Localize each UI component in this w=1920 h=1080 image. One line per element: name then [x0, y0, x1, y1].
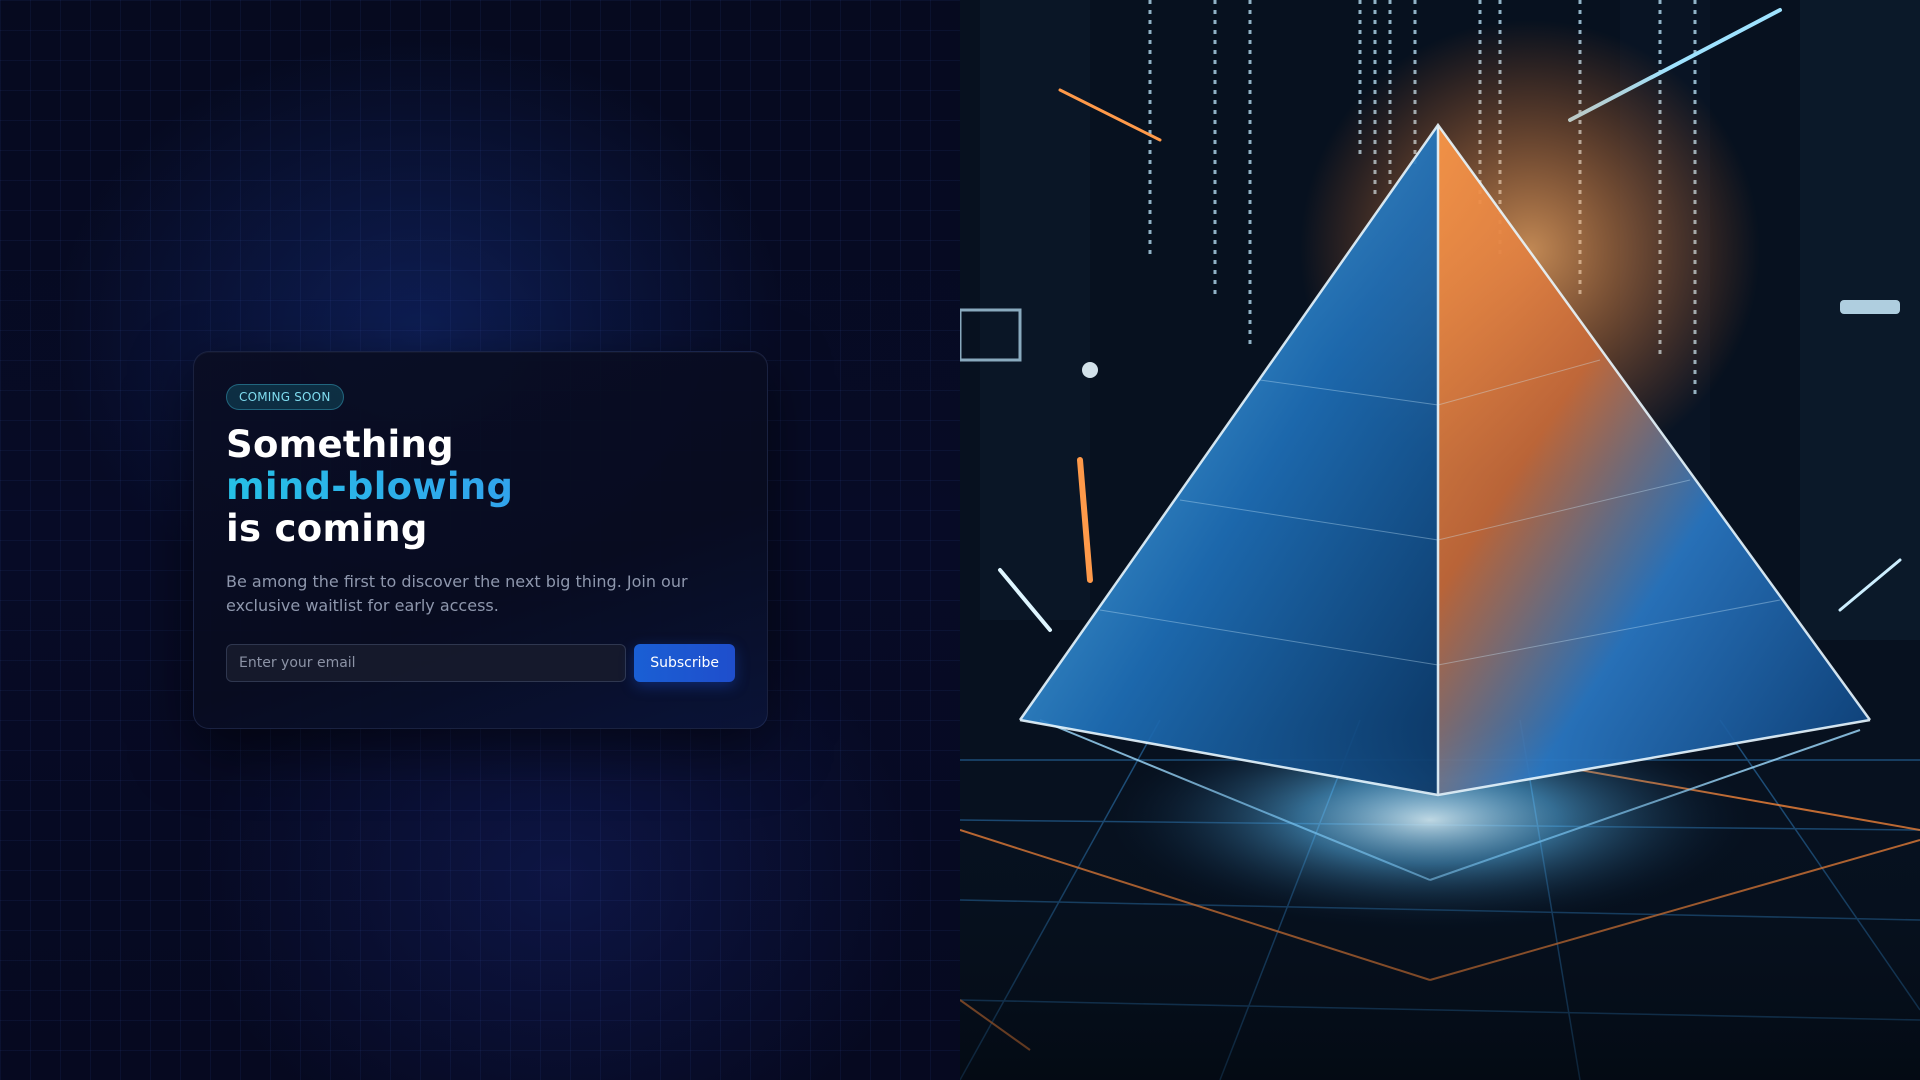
headline-line-1: Something	[226, 423, 454, 466]
headline-line-3: is coming	[226, 507, 428, 550]
description: Be among the first to discover the next …	[226, 572, 688, 615]
hero-image	[960, 0, 1920, 1080]
glowing-pyramid-illustration	[960, 0, 1920, 1080]
subscribe-button[interactable]: Subscribe	[634, 644, 735, 682]
headline-accent: mind-blowing	[226, 466, 735, 508]
waitlist-card: COMING SOON Something mind-blowing is co…	[193, 351, 768, 729]
left-panel: COMING SOON Something mind-blowing is co…	[0, 0, 960, 1080]
subscribe-form: Subscribe	[226, 644, 735, 682]
email-input[interactable]	[226, 644, 627, 682]
coming-soon-badge: COMING SOON	[226, 384, 344, 410]
headline: Something mind-blowing is coming	[226, 424, 735, 550]
